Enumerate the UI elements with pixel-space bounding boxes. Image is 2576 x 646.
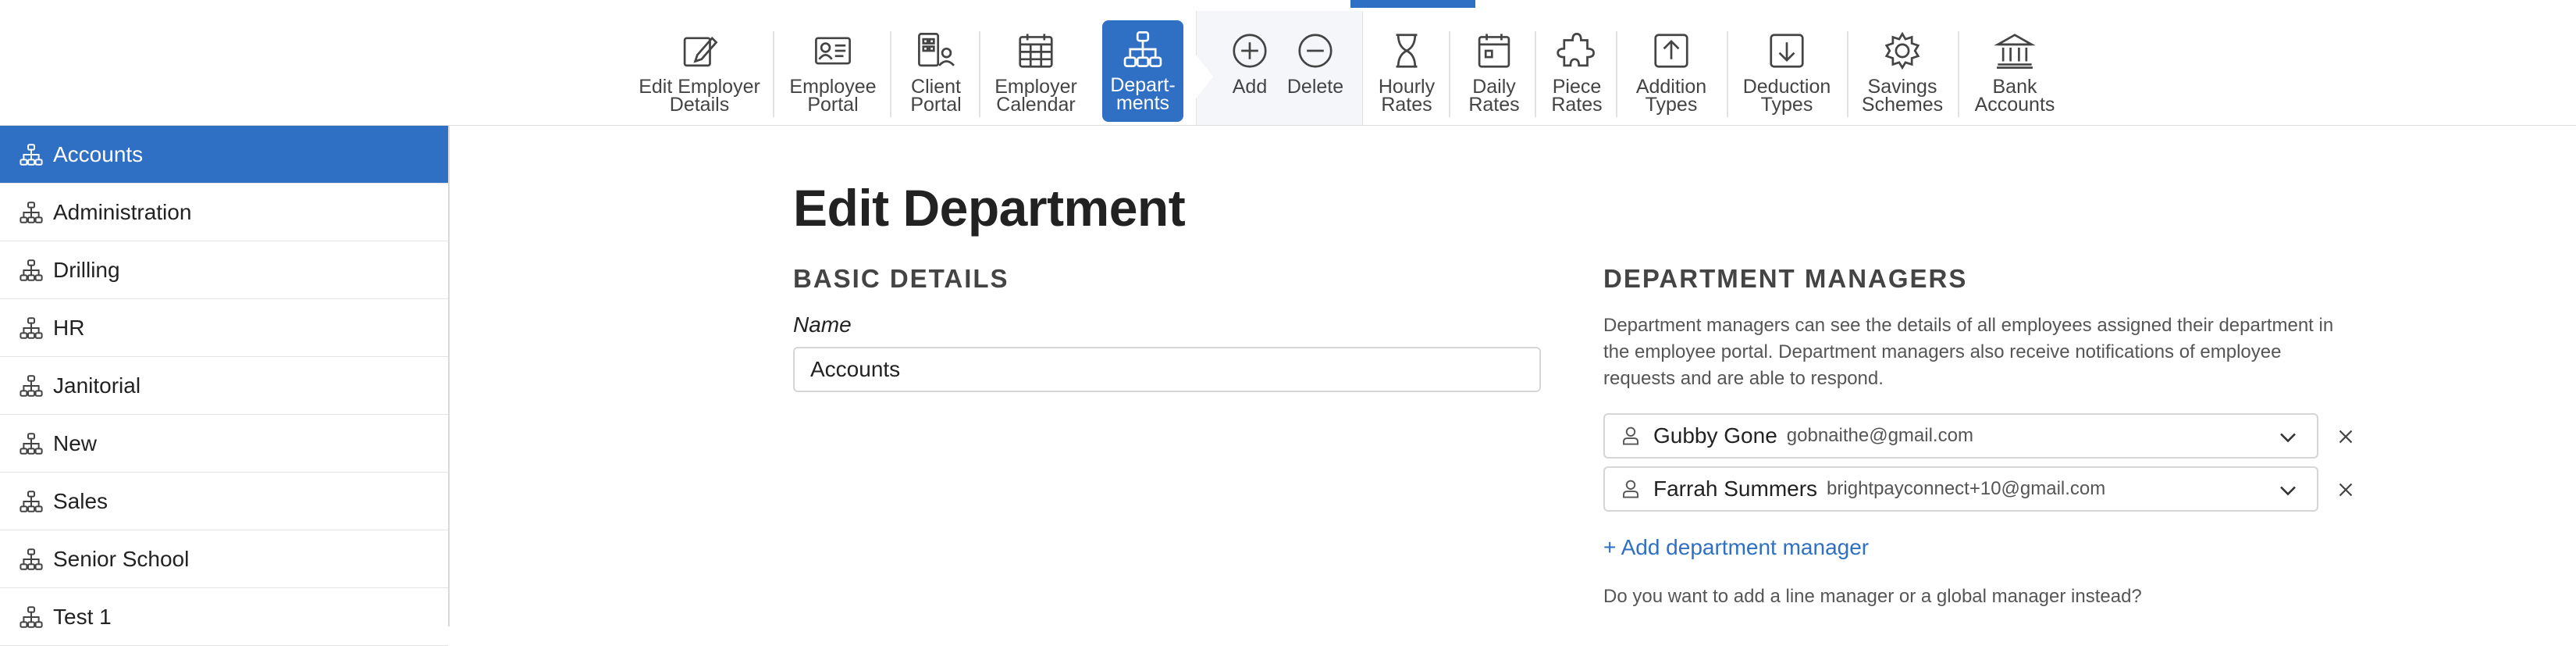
toolbar-deduction-types[interactable]: Deduction Types [1739,22,1834,123]
toolbar-separator [1535,31,1536,117]
department-item-drilling[interactable]: Drilling [0,241,448,299]
toolbar-addition-types[interactable]: Addition Types [1628,22,1714,123]
manager-name: Gubby Gone [1653,423,1777,448]
top-accent [1350,0,1475,8]
toolbar-separator [1847,31,1848,117]
toolbar-daily-rates[interactable]: Daily Rates [1461,22,1527,123]
remove-manager-icon[interactable] [2334,425,2357,448]
org-chart-icon [20,432,43,455]
toolbar-separator [890,31,891,117]
toolbar-client-portal[interactable]: Client Portal [902,22,970,123]
department-item-senior-school[interactable]: Senior School [0,530,448,588]
toolbar-employer-calendar[interactable]: Employer Calendar [990,22,1082,123]
toolbar-separator [979,31,980,117]
edit-icon [683,36,718,67]
department-item-administration[interactable]: Administration [0,184,448,241]
toolbar-separator [773,31,774,117]
add-department-manager-link[interactable]: + Add department manager [1603,535,1869,560]
hourglass-icon [1396,34,1418,68]
department-item-sales[interactable]: Sales [0,473,448,530]
name-input[interactable] [793,347,1541,392]
basic-details-heading: BASIC DETAILS [793,264,1009,293]
department-item-hr[interactable]: HR [0,299,448,357]
org-chart-icon [20,490,43,512]
org-chart-icon [1123,31,1162,67]
name-label: Name [793,312,852,337]
org-chart-icon [20,259,43,281]
toolbar-separator [1449,31,1450,117]
toolbar-separator [1958,31,1959,117]
manager-select[interactable]: Farrah Summers brightpayconnect+10@gmail… [1603,466,2318,512]
minus-circle-icon [1298,34,1332,68]
upload-icon [1654,34,1688,68]
toolbar-separator [1616,31,1617,117]
manager-name: Farrah Summers [1653,476,1818,501]
id-card-icon [815,37,851,65]
toolbar-delete[interactable]: Delete [1283,22,1347,123]
org-chart-icon [20,605,43,628]
department-list: Accounts Administration Drilling HR Jani… [0,126,450,646]
org-chart-icon [20,548,43,570]
toolbar-bank-accounts[interactable]: Bank Accounts [1970,22,2059,123]
department-item-accounts[interactable]: Accounts [0,126,448,184]
department-managers-heading: DEPARTMENT MANAGERS [1603,264,1968,293]
manager-email: gobnaithe@gmail.com [1786,425,1973,446]
toolbar-add[interactable]: Add [1222,22,1277,123]
manager-email: brightpayconnect+10@gmail.com [1827,478,2106,499]
remove-manager-icon[interactable] [2334,478,2357,501]
toolbar-separator [1727,31,1728,117]
gear-icon [1884,31,1920,70]
department-item-new[interactable]: New [0,415,448,473]
org-chart-icon [20,201,43,223]
manager-select[interactable]: Gubby Gone gobnaithe@gmail.com [1603,413,2318,459]
client-icon [918,33,955,67]
line-manager-question: Do you want to add a line manager or a g… [1603,586,2142,607]
toolbar: Edit Employer Details Employee Portal Cl… [0,8,2576,126]
department-item-janitorial[interactable]: Janitorial [0,357,448,415]
download-icon [1770,34,1804,68]
bank-icon [1994,34,2036,69]
calendar-icon [1019,34,1053,68]
org-chart-icon [20,143,43,166]
group-arrow [1196,55,1213,98]
org-chart-icon [20,316,43,339]
managers-description: Department managers can see the details … [1603,315,2334,389]
toolbar-hourly-rates[interactable]: Hourly Rates [1374,22,1439,123]
org-chart-icon [20,374,43,397]
chevron-down-icon [2280,486,2296,496]
daily-calendar-icon [1478,34,1510,68]
chevron-down-icon [2280,433,2296,443]
plus-circle-icon [1233,34,1267,68]
page-title: Edit Department [793,179,1186,237]
toolbar-departments[interactable]: Depart- ments [1102,20,1183,122]
person-icon [1623,480,1638,498]
toolbar-piece-rates[interactable]: Piece Rates [1546,22,1608,123]
toolbar-savings-schemes[interactable]: Savings Schemes [1859,22,1945,123]
department-item-test-1[interactable]: Test 1 [0,588,448,646]
toolbar-edit-employer-details[interactable]: Edit Employer Details [639,22,760,123]
toolbar-employee-portal[interactable]: Employee Portal [787,22,879,123]
person-icon [1623,427,1638,445]
puzzle-icon [1557,33,1595,67]
